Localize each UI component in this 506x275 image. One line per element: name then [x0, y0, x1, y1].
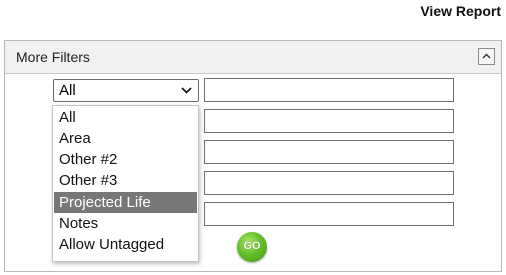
go-button-label: GO — [243, 240, 261, 252]
more-filters-panel: More Filters All All Area Other #2 Other… — [4, 40, 502, 272]
filter-select-value: All — [59, 82, 76, 99]
filter-value-input-2[interactable] — [204, 109, 454, 133]
filter-value-input-4[interactable] — [204, 171, 454, 195]
dropdown-option-all[interactable]: All — [54, 107, 197, 128]
chevron-down-icon — [181, 87, 192, 94]
chevron-up-icon — [482, 53, 491, 59]
view-report-link[interactable]: View Report — [420, 3, 501, 19]
dropdown-option-other-2[interactable]: Other #2 — [54, 149, 197, 170]
dropdown-option-projected-life[interactable]: Projected Life — [54, 192, 197, 213]
dropdown-option-area[interactable]: Area — [54, 128, 197, 149]
dropdown-option-other-3[interactable]: Other #3 — [54, 170, 197, 191]
filter-value-input-3[interactable] — [204, 140, 454, 164]
filter-select[interactable]: All — [53, 79, 199, 102]
collapse-button[interactable] — [478, 48, 495, 65]
panel-title: More Filters — [16, 49, 90, 65]
filter-dropdown-list: All Area Other #2 Other #3 Projected Lif… — [52, 105, 199, 262]
filter-value-input-5[interactable] — [204, 202, 454, 226]
panel-header: More Filters — [5, 41, 501, 74]
dropdown-option-notes[interactable]: Notes — [54, 213, 197, 234]
go-button[interactable]: GO — [237, 232, 267, 262]
dropdown-option-allow-untagged[interactable]: Allow Untagged — [54, 234, 197, 255]
filter-value-input-1[interactable] — [204, 78, 454, 102]
